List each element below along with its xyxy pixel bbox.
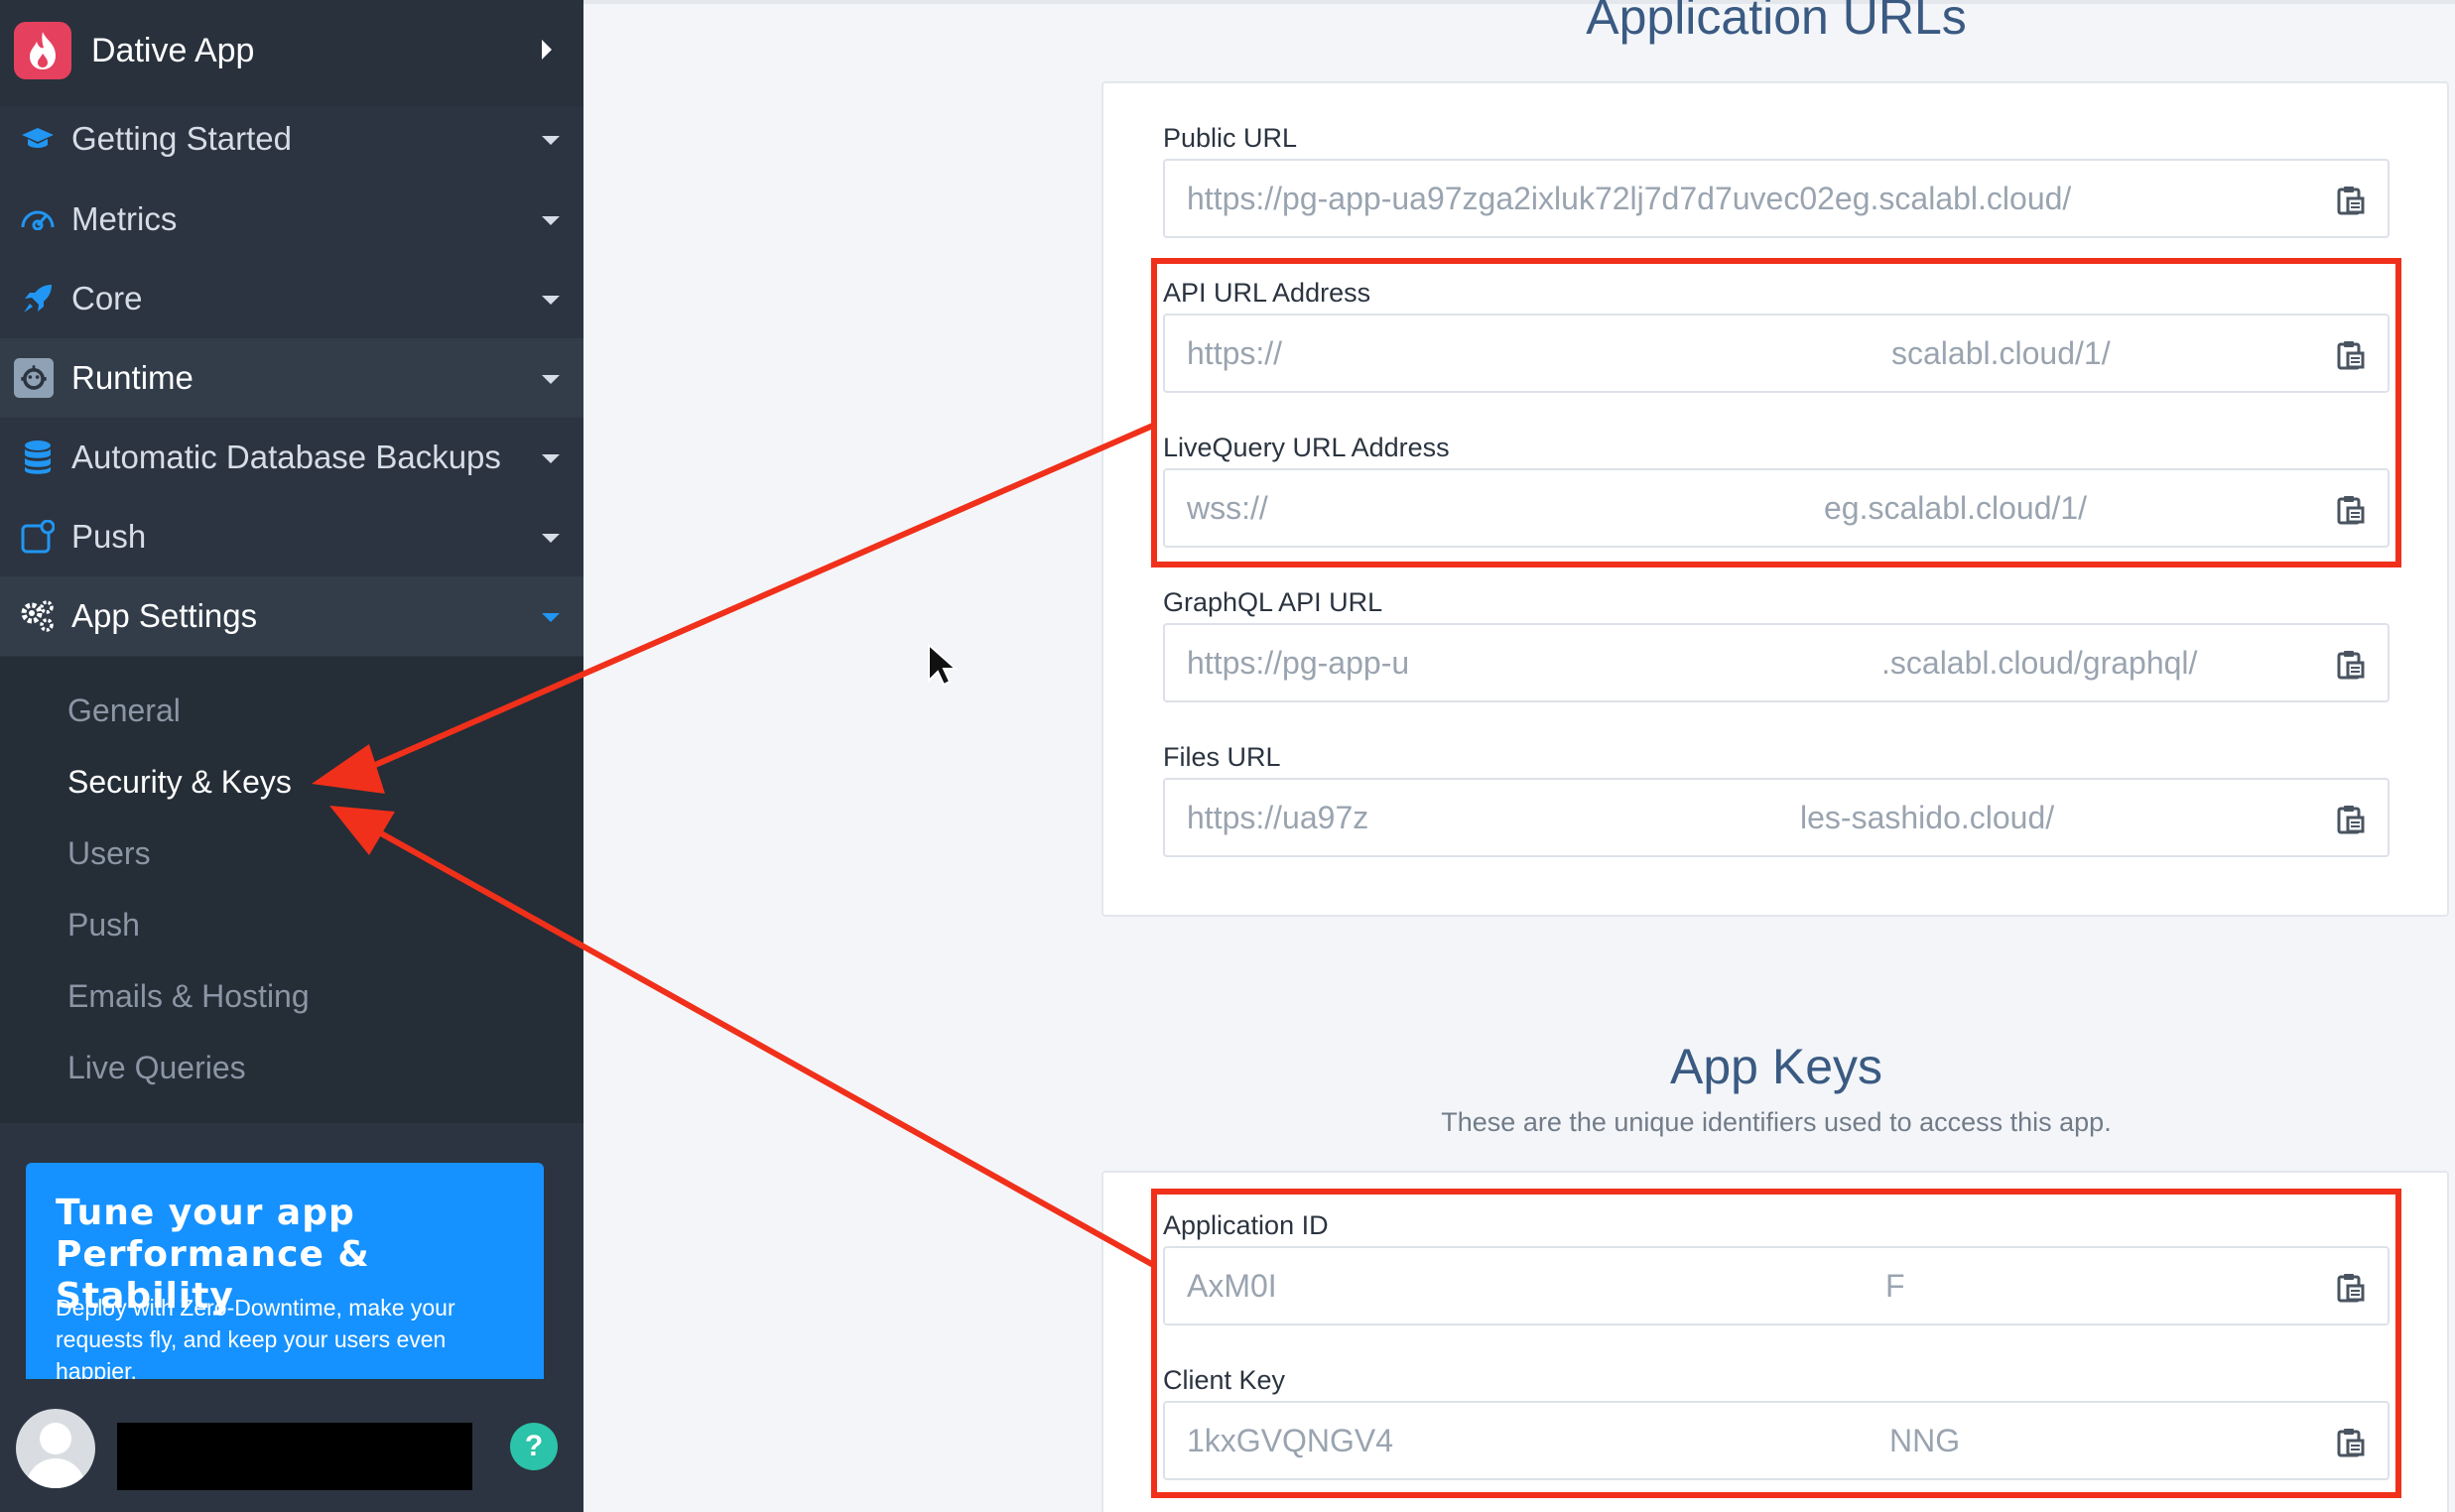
caret-down-icon [542,136,560,145]
nav-item-getting-started[interactable]: Getting Started [0,99,583,179]
section-title-urls: Application URLs [1586,0,1967,45]
graphql-url-value: https://pg-app-u [1187,645,1410,681]
field-label-graphql-url: GraphQL API URL [1163,587,1383,617]
caret-down-icon [542,296,560,305]
files-url-field[interactable]: https://ua97z les-sashido.cloud/ [1163,778,2390,857]
caret-down-icon [542,216,560,225]
field-label-public-url: Public URL [1163,123,1298,153]
rocket-icon [18,279,58,318]
field-label-files-url: Files URL [1163,742,1281,772]
nav-label: Automatic Database Backups [71,439,501,475]
caret-down-icon [542,375,560,384]
submenu-emails-hosting[interactable]: Emails & Hosting [67,978,310,1015]
graduation-cap-icon [18,119,58,159]
nav-item-app-settings[interactable]: App Settings [0,576,583,656]
caret-down-icon [542,534,560,543]
files-url-value: https://ua97z [1187,800,1369,835]
nav-label: Core [71,280,143,316]
gears-icon [18,596,58,636]
nav-label: App Settings [71,597,258,634]
caret-right-icon [542,40,552,60]
nav-item-push[interactable]: Push [0,497,583,576]
public-url-field[interactable]: https://pg-app-ua97zga2ixluk72lj7d7d7uve… [1163,159,2390,238]
nav-label: Getting Started [71,120,292,157]
files-url-value-tail: les-sashido.cloud/ [1800,800,2055,835]
clipboard-icon[interactable] [2336,804,2366,835]
graphql-url-value-tail: .scalabl.cloud/graphql/ [1881,645,2198,681]
nav-item-metrics[interactable]: Metrics [0,180,583,259]
nav-label: Runtime [71,359,194,396]
nav-label: Push [71,518,147,555]
graphql-url-field[interactable]: https://pg-app-u .scalabl.cloud/graphql/ [1163,623,2390,702]
help-button[interactable]: ? [510,1423,558,1470]
sidebar-footer: ? [0,1379,583,1512]
submenu-live-queries[interactable]: Live Queries [67,1050,246,1086]
push-notification-icon [18,517,58,557]
gauge-icon [18,199,58,239]
redacted-username [117,1423,472,1490]
clipboard-icon[interactable] [2336,185,2366,216]
robot-icon [14,358,54,398]
sidebar: Dative App Getting Started Metrics Core … [0,0,583,1512]
app-name: Dative App [91,32,255,69]
clipboard-icon[interactable] [2336,649,2366,681]
flame-icon [14,22,71,79]
annotation-box-urls [1151,258,2401,567]
app-switcher[interactable]: Dative App [0,0,583,107]
nav-label: Metrics [71,200,178,237]
app-settings-submenu: General Security & Keys Users Push Email… [0,657,583,1123]
database-icon [18,438,58,477]
caret-down-icon [542,613,560,622]
avatar[interactable] [16,1409,95,1488]
avatar-head [40,1423,71,1454]
section-subtitle-keys: These are the unique identifiers used to… [1441,1107,2112,1137]
nav-item-database-backups[interactable]: Automatic Database Backups [0,418,583,497]
avatar-body [26,1458,85,1488]
nav-item-core[interactable]: Core [0,259,583,338]
promo-card[interactable]: Tune your app Performance & Stability De… [26,1163,544,1379]
section-title-keys: App Keys [1669,1039,1882,1094]
caret-down-icon [542,454,560,463]
promo-text: Deploy with Zero-Downtime, make your req… [56,1295,455,1379]
public-url-value: https://pg-app-ua97zga2ixluk72lj7d7d7uve… [1187,181,2072,216]
submenu-users[interactable]: Users [67,835,151,872]
nav-item-runtime[interactable]: Runtime [0,338,583,418]
submenu-security-keys[interactable]: Security & Keys [67,764,292,801]
submenu-push[interactable]: Push [67,907,140,944]
submenu-general[interactable]: General [67,693,181,729]
annotation-box-keys [1151,1189,2401,1498]
